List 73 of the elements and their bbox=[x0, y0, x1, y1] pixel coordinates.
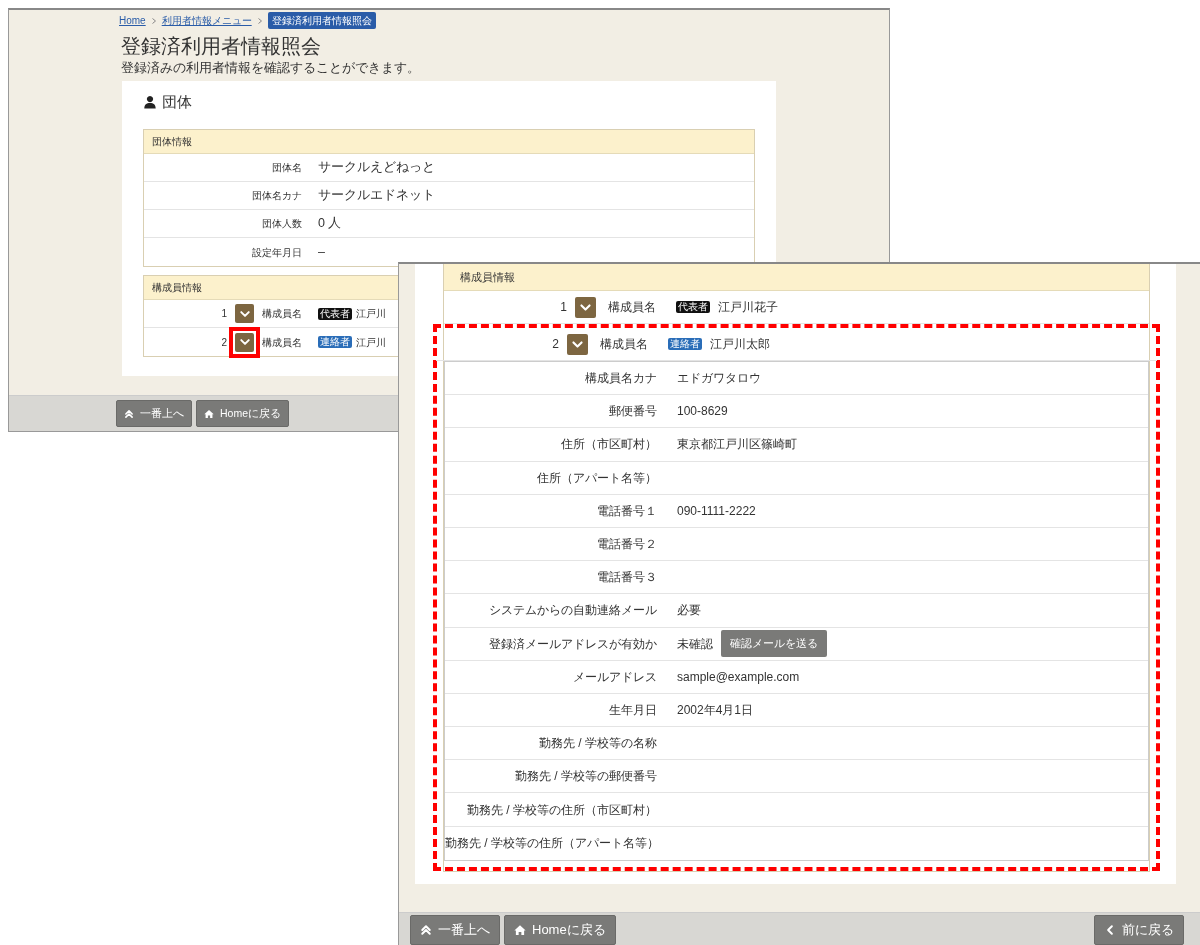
field-value: 必要 bbox=[677, 602, 701, 620]
field-label: 勤務先 / 学校等の住所（アパート名等） bbox=[445, 835, 657, 853]
field-label: 勤務先 / 学校等の郵便番号 bbox=[514, 768, 657, 786]
separator-icon bbox=[256, 18, 263, 25]
send-confirmation-button[interactable]: 確認メールを送る bbox=[721, 630, 827, 657]
member-name: 江戸川 bbox=[356, 335, 386, 350]
breadcrumb-link[interactable]: 登録済利用者情報照会 bbox=[267, 12, 376, 29]
row-number: 2 bbox=[221, 335, 227, 350]
page-description: 登録済みの利用者情報を確認することができます。 bbox=[121, 60, 421, 77]
expand-button[interactable] bbox=[567, 333, 588, 355]
top-button[interactable]: 一番上へ bbox=[116, 400, 192, 427]
field-label: 電話番号２ bbox=[596, 536, 657, 554]
person-icon bbox=[143, 95, 157, 109]
field-label: 生年月日 bbox=[608, 701, 657, 719]
expand-button[interactable] bbox=[235, 304, 254, 324]
role-tag: 連絡者 bbox=[318, 336, 352, 349]
field-label: 構成員名カナ bbox=[584, 370, 657, 388]
section-title: 団体 bbox=[162, 91, 192, 112]
member-name: 江戸川太郎 bbox=[710, 336, 770, 353]
field-label: システムからの自動連絡メール bbox=[488, 602, 657, 620]
field-label: 住所（アパート名等） bbox=[536, 469, 657, 487]
field-label: 団体人数 bbox=[261, 217, 302, 232]
double-chevron-up-icon bbox=[124, 408, 134, 419]
field-value: – bbox=[318, 243, 326, 261]
field-value: サークルエドネット bbox=[318, 187, 436, 205]
top-button[interactable]: 一番上へ bbox=[410, 915, 500, 945]
field-label: 団体名カナ bbox=[251, 189, 302, 204]
separator-icon bbox=[150, 18, 157, 25]
expand-button[interactable] bbox=[575, 296, 596, 318]
field-value: 東京都江戸川区篠崎町 bbox=[677, 436, 797, 454]
chevron-left-icon bbox=[1104, 924, 1116, 936]
field-label: 勤務先 / 学校等の名称 bbox=[538, 735, 657, 753]
row-number: 1 bbox=[560, 299, 567, 316]
row-number: 2 bbox=[552, 336, 559, 353]
field-value: 100-8629 bbox=[677, 403, 728, 421]
panel-heading: 構成員情報 bbox=[444, 264, 1149, 291]
home-icon bbox=[204, 408, 214, 419]
field-label: メールアドレス bbox=[572, 668, 657, 686]
field-label: 郵便番号 bbox=[608, 403, 657, 421]
field-value: エドガワタロウ bbox=[677, 370, 761, 388]
field-value: 2002年4月1日 bbox=[677, 701, 754, 719]
row-number: 1 bbox=[221, 307, 227, 322]
field-value: 0 人 bbox=[318, 215, 343, 233]
field-label: 構成員名 bbox=[262, 335, 302, 350]
home-button[interactable]: Homeに戻る bbox=[504, 915, 616, 945]
field-label: 電話番号３ bbox=[596, 569, 657, 587]
field-label: 団体名 bbox=[271, 161, 302, 176]
page-title: 登録済利用者情報照会 bbox=[121, 34, 322, 58]
field-value: sample@example.com bbox=[677, 668, 800, 686]
field-label: 設定年月日 bbox=[251, 245, 302, 260]
member-name: 江戸川 bbox=[356, 307, 386, 322]
breadcrumb-link[interactable]: 利用者情報メニュー bbox=[161, 13, 252, 28]
role-tag: 連絡者 bbox=[668, 338, 702, 350]
field-label: 構成員名 bbox=[600, 336, 648, 353]
member-name: 江戸川花子 bbox=[718, 299, 778, 316]
expand-button[interactable] bbox=[235, 332, 254, 352]
field-value: サークルえどねっと bbox=[318, 159, 436, 177]
field-label: 住所（市区町村） bbox=[560, 436, 657, 454]
back-button[interactable]: 前に戻る bbox=[1094, 915, 1184, 945]
double-chevron-up-icon bbox=[420, 924, 432, 936]
home-icon bbox=[514, 924, 526, 936]
field-label: 勤務先 / 学校等の住所（市区町村） bbox=[466, 801, 657, 819]
breadcrumb-link[interactable]: Home bbox=[119, 13, 146, 28]
field-label: 構成員名 bbox=[608, 299, 656, 316]
field-label: 電話番号１ bbox=[596, 502, 657, 520]
field-value: 090-1111-2222 bbox=[677, 502, 756, 520]
role-tag: 代表者 bbox=[318, 307, 352, 320]
field-value: 未確認 bbox=[677, 635, 713, 653]
home-button[interactable]: Homeに戻る bbox=[196, 400, 289, 427]
field-label: 登録済メールアドレスが有効か bbox=[488, 635, 657, 653]
field-label: 構成員名 bbox=[262, 307, 302, 322]
panel-heading: 団体情報 bbox=[144, 130, 754, 155]
role-tag: 代表者 bbox=[676, 301, 710, 313]
